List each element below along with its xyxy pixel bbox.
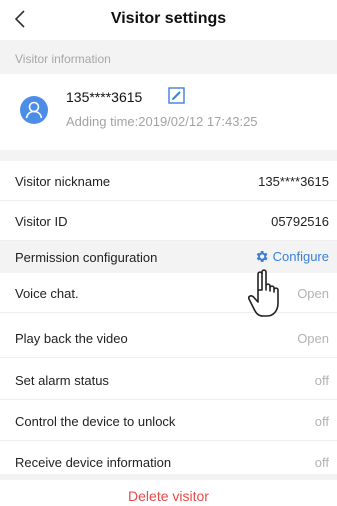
page-title: Visitor settings: [110, 10, 227, 27]
visitor-id-row: Visitor ID 05792516: [0, 201, 337, 241]
row-label: Control the device to unlock: [15, 414, 176, 429]
adding-time: Adding time:2019/02/12 17:43:25: [66, 114, 258, 129]
alarm-status-row[interactable]: Set alarm status off: [0, 360, 337, 400]
row-label: Play back the video: [15, 331, 128, 346]
playback-row[interactable]: Play back the video Open: [0, 318, 337, 358]
row-label: Visitor ID: [15, 214, 68, 229]
row-label: Set alarm status: [15, 373, 109, 388]
pointing-hand-icon: [248, 269, 279, 317]
row-value: Open: [297, 286, 329, 301]
gear-icon: [256, 251, 268, 262]
row-value: off: [314, 455, 329, 470]
row-value: 135****3615: [258, 174, 329, 189]
edit-icon[interactable]: [168, 87, 185, 104]
section-title: Visitor information: [15, 52, 111, 66]
header-bar: Visitor settings: [0, 0, 337, 40]
delete-visitor-button[interactable]: Delete visitor: [0, 480, 337, 506]
visitor-information-section: Visitor information: [0, 40, 337, 74]
unlock-row[interactable]: Control the device to unlock off: [0, 401, 337, 441]
configure-button[interactable]: Configure: [254, 249, 329, 264]
section-divider: [0, 150, 337, 161]
visitor-card: 135****3615 Adding time:2019/02/12 17:43…: [0, 74, 337, 150]
row-value: 05792516: [271, 214, 329, 229]
row-label: Permission configuration: [15, 250, 158, 265]
configure-label: Configure: [272, 249, 329, 264]
visitor-phone: 135****3615: [66, 89, 143, 105]
row-value: off: [314, 414, 329, 429]
row-label: Receive device information: [15, 455, 172, 470]
row-label: Voice chat.: [15, 286, 79, 301]
user-avatar-icon: [20, 96, 48, 124]
row-label: Visitor nickname: [15, 174, 111, 189]
row-value: Open: [297, 331, 329, 346]
visitor-nickname-row[interactable]: Visitor nickname 135****3615: [0, 161, 337, 201]
row-value: off: [314, 373, 329, 388]
delete-visitor-label: Delete visitor: [128, 488, 209, 504]
